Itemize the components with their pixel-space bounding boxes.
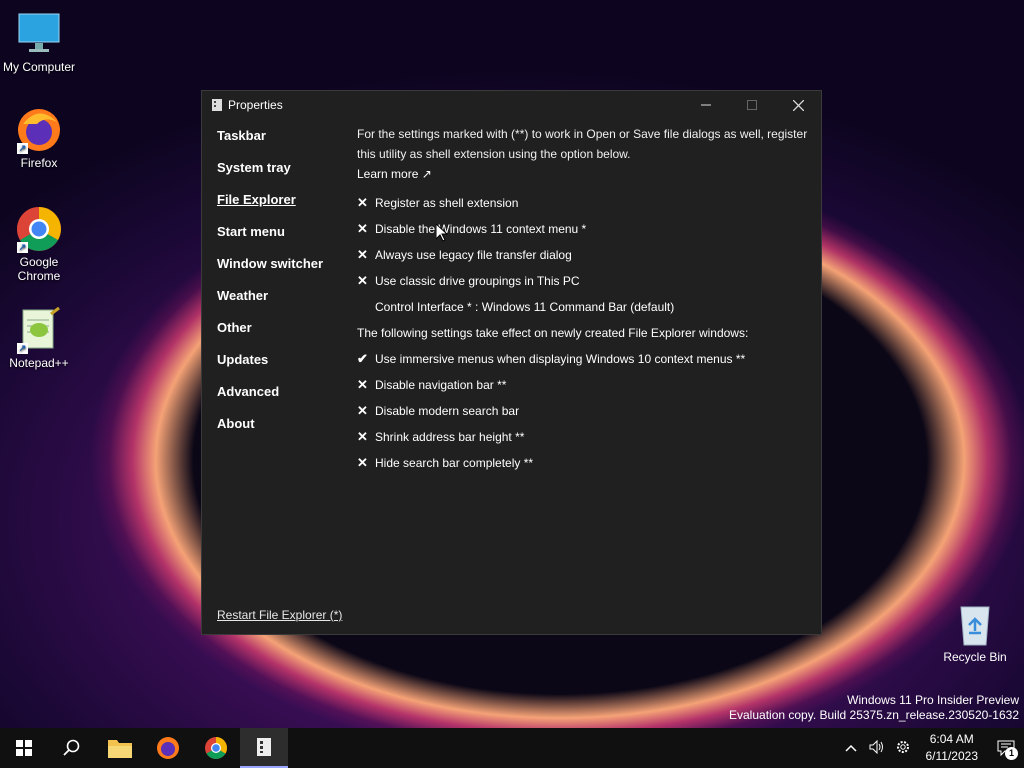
option-shrink-address-bar[interactable]: ✕ Shrink address bar height ** <box>357 424 812 450</box>
close-button[interactable] <box>775 91 821 119</box>
search-icon <box>63 739 80 756</box>
nav-item-taskbar[interactable]: Taskbar <box>217 129 342 161</box>
option-register-shell-extension[interactable]: ✕ Register as shell extension <box>357 190 812 216</box>
windows-logo-icon <box>16 740 32 756</box>
taskbar: 6:04 AM 6/11/2023 1 <box>0 728 1024 768</box>
x-mark-icon: ✕ <box>357 455 368 470</box>
taskbar-firefox[interactable] <box>144 728 192 768</box>
x-mark-icon: ✕ <box>357 195 368 210</box>
firefox-icon <box>157 737 179 759</box>
monitor-icon <box>15 10 63 58</box>
desktop-icon-label: Google Chrome <box>17 255 61 283</box>
x-mark-icon: ✕ <box>357 221 368 236</box>
shortcut-arrow-icon: ↗ <box>17 242 28 253</box>
desktop-icon-label: Notepad++ <box>9 356 69 370</box>
learn-more-link[interactable]: Learn more ↗ <box>357 164 812 184</box>
system-tray: 6:04 AM 6/11/2023 1 <box>838 728 1024 768</box>
maximize-button[interactable] <box>729 91 775 119</box>
chrome-icon: ↗ <box>15 205 63 253</box>
mouse-cursor-icon <box>436 224 448 242</box>
option-immersive-menus[interactable]: ✔ Use immersive menus when displaying Wi… <box>357 346 812 372</box>
folder-icon <box>108 740 132 758</box>
watermark-build: Evaluation copy. Build 25375.zn_release.… <box>729 708 1019 722</box>
nav-item-system-tray[interactable]: System tray <box>217 161 342 193</box>
close-icon <box>792 99 804 111</box>
option-label: Control Interface * : Windows 11 Command… <box>375 300 675 314</box>
settings-gear-icon[interactable] <box>890 739 916 758</box>
settings-content: For the settings marked with (**) to wor… <box>357 124 812 476</box>
option-disable-navigation-bar[interactable]: ✕ Disable navigation bar ** <box>357 372 812 398</box>
x-mark-icon: ✕ <box>357 377 368 392</box>
taskbar-properties-app[interactable] <box>240 728 288 768</box>
restart-explorer-link[interactable]: Restart File Explorer (*) <box>217 608 342 622</box>
option-control-interface[interactable]: Control Interface * : Windows 11 Command… <box>357 294 812 320</box>
shortcut-arrow-icon: ↗ <box>17 343 28 354</box>
desktop-icon-notepadpp[interactable]: ↗ Notepad++ <box>0 306 78 370</box>
start-button[interactable] <box>0 728 48 768</box>
option-label: Disable modern search bar <box>375 404 520 418</box>
nav-item-start-menu[interactable]: Start menu <box>217 225 342 257</box>
properties-app-icon <box>257 738 271 756</box>
nav-item-about[interactable]: About <box>217 417 342 449</box>
chrome-icon <box>205 737 227 759</box>
volume-icon[interactable] <box>864 739 890 757</box>
intro-text: For the settings marked with (**) to wor… <box>357 127 808 161</box>
taskbar-chrome[interactable] <box>192 728 240 768</box>
nav-item-file-explorer[interactable]: File Explorer <box>217 193 342 225</box>
desktop-icon-label: Recycle Bin <box>943 650 1007 664</box>
option-label: Shrink address bar height ** <box>375 430 525 444</box>
x-mark-icon: ✕ <box>357 429 368 444</box>
option-label: Disable navigation bar ** <box>375 378 507 392</box>
option-disable-modern-search[interactable]: ✕ Disable modern search bar <box>357 398 812 424</box>
watermark-edition: Windows 11 Pro Insider Preview <box>847 693 1019 707</box>
option-label: Use immersive menus when displaying Wind… <box>375 352 746 366</box>
option-label: Use classic drive groupings in This PC <box>375 274 580 288</box>
app-icon <box>212 99 222 111</box>
minimize-icon <box>701 104 711 106</box>
maximize-icon <box>747 100 757 110</box>
build-watermark: Windows 11 Pro Insider Preview Evaluatio… <box>729 693 1019 723</box>
nav-item-weather[interactable]: Weather <box>217 289 342 321</box>
title-bar[interactable]: Properties <box>202 91 821 119</box>
x-mark-icon: ✕ <box>357 403 368 418</box>
settings-nav: Taskbar System tray File Explorer Start … <box>217 129 342 449</box>
section-note: The following settings take effect on ne… <box>357 326 749 340</box>
option-label: Register as shell extension <box>375 196 519 210</box>
notification-count-badge: 1 <box>1005 747 1018 760</box>
search-button[interactable] <box>48 728 96 768</box>
notepadpp-icon: ↗ <box>15 306 63 354</box>
option-disable-w11-context-menu[interactable]: ✕ Disable the Windows 11 context menu * <box>357 216 812 242</box>
nav-item-advanced[interactable]: Advanced <box>217 385 342 417</box>
desktop-icon-firefox[interactable]: ↗ Firefox <box>0 106 78 170</box>
recycle-bin-icon <box>960 606 990 646</box>
check-mark-icon: ✔ <box>357 351 368 366</box>
properties-window: Properties Taskbar System tray File Expl… <box>201 90 822 635</box>
show-hidden-icons-chevron-icon[interactable] <box>838 741 864 755</box>
taskbar-file-explorer[interactable] <box>96 728 144 768</box>
desktop-icon-chrome[interactable]: ↗ Google Chrome <box>0 205 78 283</box>
minimize-button[interactable] <box>683 91 729 119</box>
option-label: Disable the Windows 11 context menu * <box>375 222 587 236</box>
option-label: Always use legacy file transfer dialog <box>375 248 572 262</box>
notification-center-button[interactable]: 1 <box>988 728 1024 768</box>
nav-item-updates[interactable]: Updates <box>217 353 342 385</box>
clock-date: 6/11/2023 <box>925 749 979 763</box>
window-title: Properties <box>228 98 283 112</box>
firefox-icon: ↗ <box>15 106 63 154</box>
x-mark-icon: ✕ <box>357 273 368 288</box>
option-label: Hide search bar completely ** <box>375 456 534 470</box>
clock[interactable]: 6:04 AM 6/11/2023 <box>916 731 989 765</box>
clock-time: 6:04 AM <box>929 732 974 746</box>
shortcut-arrow-icon: ↗ <box>17 143 28 154</box>
option-hide-search-bar[interactable]: ✕ Hide search bar completely ** <box>357 450 812 476</box>
option-legacy-transfer-dialog[interactable]: ✕ Always use legacy file transfer dialog <box>357 242 812 268</box>
nav-item-other[interactable]: Other <box>217 321 342 353</box>
desktop-icon-label: Firefox <box>20 156 58 170</box>
desktop-icon-recycle-bin[interactable]: Recycle Bin <box>938 603 1012 664</box>
desktop-icon-my-computer[interactable]: My Computer <box>0 10 78 74</box>
nav-item-window-switcher[interactable]: Window switcher <box>217 257 342 289</box>
x-mark-icon: ✕ <box>357 247 368 262</box>
option-classic-drive-groupings[interactable]: ✕ Use classic drive groupings in This PC <box>357 268 812 294</box>
desktop-icon-label: My Computer <box>2 60 76 74</box>
